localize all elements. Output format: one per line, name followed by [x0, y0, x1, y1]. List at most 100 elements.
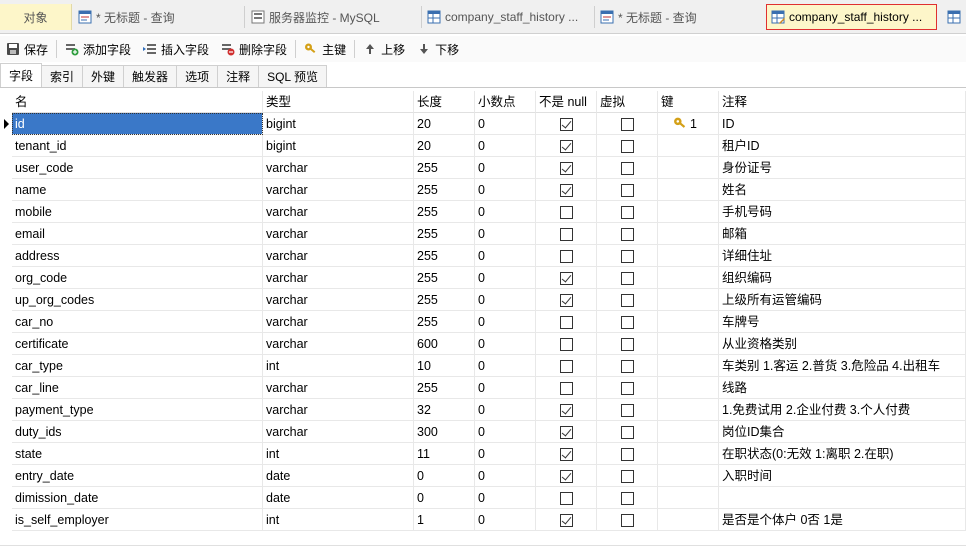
cell-type[interactable]: varchar	[263, 289, 414, 311]
cell-decimals[interactable]: 0	[475, 443, 536, 465]
cell-not-null[interactable]	[536, 157, 597, 179]
cell-key[interactable]	[658, 355, 719, 377]
cell-virtual[interactable]	[597, 157, 658, 179]
cell-key[interactable]	[658, 509, 719, 531]
column-header-not-null[interactable]: 不是 null	[536, 91, 597, 113]
row-indicator[interactable]	[0, 443, 12, 465]
cell-name[interactable]: id	[12, 113, 263, 135]
not-null-checkbox[interactable]	[560, 228, 573, 241]
cell-type[interactable]: varchar	[263, 377, 414, 399]
cell-length[interactable]: 255	[414, 201, 475, 223]
not-null-checkbox[interactable]	[560, 514, 573, 527]
cell-comment[interactable]: 从业资格类别	[719, 333, 966, 355]
insert-field-button[interactable]: 插入字段	[137, 38, 215, 60]
tab-foreign-keys[interactable]: 外键	[82, 65, 125, 87]
cell-not-null[interactable]	[536, 245, 597, 267]
cell-not-null[interactable]	[536, 311, 597, 333]
cell-virtual[interactable]	[597, 377, 658, 399]
cell-key[interactable]	[658, 333, 719, 355]
cell-decimals[interactable]: 0	[475, 333, 536, 355]
cell-not-null[interactable]	[536, 333, 597, 355]
virtual-checkbox[interactable]	[621, 426, 634, 439]
table-row[interactable]: is_self_employer int 1 0 是否是个体户 0否 1是	[0, 509, 966, 531]
not-null-checkbox[interactable]	[560, 272, 573, 285]
table-row[interactable]: payment_type varchar 32 0 1.免费试用 2.企业付费 3.个人…	[0, 399, 966, 421]
row-indicator[interactable]	[0, 267, 12, 289]
cell-type[interactable]: int	[263, 443, 414, 465]
column-header-key[interactable]: 键	[658, 91, 719, 113]
cell-name[interactable]: address	[12, 245, 263, 267]
not-null-checkbox[interactable]	[560, 294, 573, 307]
cell-name[interactable]: up_org_codes	[12, 289, 263, 311]
cell-comment[interactable]: 身份证号	[719, 157, 966, 179]
cell-not-null[interactable]	[536, 289, 597, 311]
tab-fields[interactable]: 字段	[0, 63, 43, 87]
cell-type[interactable]: int	[263, 509, 414, 531]
table-row[interactable]: mobile varchar 255 0 手机号码	[0, 201, 966, 223]
row-indicator[interactable]	[0, 421, 12, 443]
cell-virtual[interactable]	[597, 201, 658, 223]
cell-comment[interactable]: 组织编码	[719, 267, 966, 289]
cell-length[interactable]: 255	[414, 289, 475, 311]
tab-sql-preview[interactable]: SQL 预览	[258, 65, 327, 87]
cell-type[interactable]: date	[263, 465, 414, 487]
cell-key[interactable]	[658, 267, 719, 289]
table-row[interactable]: name varchar 255 0 姓名	[0, 179, 966, 201]
row-indicator[interactable]	[0, 333, 12, 355]
cell-comment[interactable]: 租户ID	[719, 135, 966, 157]
row-indicator[interactable]	[0, 245, 12, 267]
cell-not-null[interactable]	[536, 223, 597, 245]
virtual-checkbox[interactable]	[621, 140, 634, 153]
cell-key[interactable]: 1	[658, 113, 719, 135]
not-null-checkbox[interactable]	[560, 382, 573, 395]
cell-virtual[interactable]	[597, 289, 658, 311]
table-row[interactable]: duty_ids varchar 300 0 岗位ID集合	[0, 421, 966, 443]
virtual-checkbox[interactable]	[621, 514, 634, 527]
virtual-checkbox[interactable]	[621, 228, 634, 241]
column-header-virtual[interactable]: 虚拟	[597, 91, 658, 113]
cell-name[interactable]: car_no	[12, 311, 263, 333]
cell-not-null[interactable]	[536, 487, 597, 509]
virtual-checkbox[interactable]	[621, 118, 634, 131]
cell-decimals[interactable]: 0	[475, 245, 536, 267]
table-row[interactable]: tenant_id bigint 20 0 租户ID	[0, 135, 966, 157]
cell-virtual[interactable]	[597, 311, 658, 333]
row-indicator[interactable]	[0, 157, 12, 179]
cell-key[interactable]	[658, 487, 719, 509]
cell-key[interactable]	[658, 223, 719, 245]
cell-virtual[interactable]	[597, 245, 658, 267]
cell-name[interactable]: tenant_id	[12, 135, 263, 157]
cell-length[interactable]: 255	[414, 157, 475, 179]
cell-name[interactable]: mobile	[12, 201, 263, 223]
cell-name[interactable]: car_type	[12, 355, 263, 377]
move-down-button[interactable]: 下移	[411, 38, 465, 60]
not-null-checkbox[interactable]	[560, 162, 573, 175]
cell-type[interactable]: varchar	[263, 245, 414, 267]
cell-key[interactable]	[658, 399, 719, 421]
cell-key[interactable]	[658, 465, 719, 487]
virtual-checkbox[interactable]	[621, 404, 634, 417]
tab-untitled-query-1[interactable]: * 无标题 - 查询	[74, 4, 242, 30]
table-row[interactable]: org_code varchar 255 0 组织编码	[0, 267, 966, 289]
cell-length[interactable]: 300	[414, 421, 475, 443]
cell-length[interactable]: 0	[414, 487, 475, 509]
virtual-checkbox[interactable]	[621, 272, 634, 285]
cell-virtual[interactable]	[597, 487, 658, 509]
cell-length[interactable]: 0	[414, 465, 475, 487]
virtual-checkbox[interactable]	[621, 492, 634, 505]
cell-decimals[interactable]: 0	[475, 509, 536, 531]
tab-triggers[interactable]: 触发器	[123, 65, 178, 87]
cell-comment[interactable]: 是否是个体户 0否 1是	[719, 509, 966, 531]
virtual-checkbox[interactable]	[621, 206, 634, 219]
cell-key[interactable]	[658, 179, 719, 201]
not-null-checkbox[interactable]	[560, 360, 573, 373]
virtual-checkbox[interactable]	[621, 382, 634, 395]
cell-virtual[interactable]	[597, 113, 658, 135]
column-header-decimals[interactable]: 小数点	[475, 91, 536, 113]
cell-length[interactable]: 255	[414, 245, 475, 267]
row-indicator[interactable]	[0, 179, 12, 201]
save-button[interactable]: 保存	[0, 38, 54, 60]
virtual-checkbox[interactable]	[621, 184, 634, 197]
move-up-button[interactable]: 上移	[357, 38, 411, 60]
cell-comment[interactable]: 姓名	[719, 179, 966, 201]
